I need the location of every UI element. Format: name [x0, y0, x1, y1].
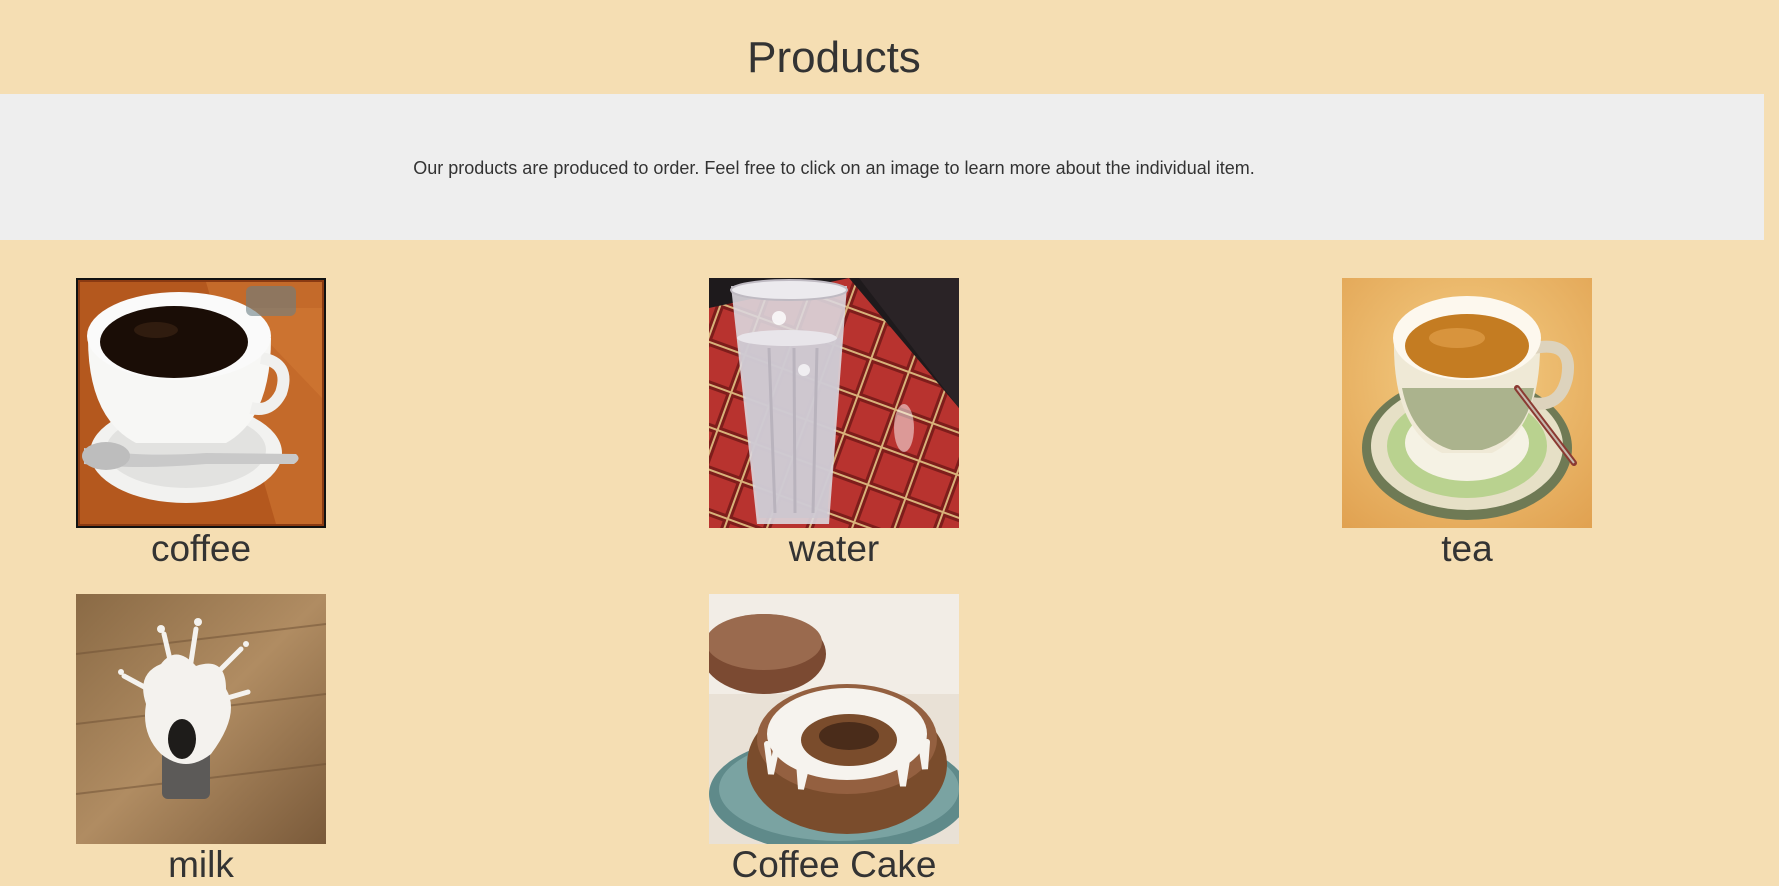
intro-banner: Our products are produced to order. Feel… — [0, 94, 1764, 240]
coffee-image[interactable] — [76, 278, 326, 528]
milk-image[interactable] — [76, 594, 326, 844]
tea-image[interactable] — [1342, 278, 1592, 528]
product-card-coffee[interactable]: coffee — [76, 278, 326, 570]
water-image[interactable] — [709, 278, 959, 528]
product-name: water — [788, 528, 880, 569]
product-card-tea[interactable]: tea — [1342, 278, 1592, 570]
product-card-coffee-cake[interactable]: Coffee Cake — [709, 594, 959, 886]
page-title: Products — [747, 33, 921, 82]
coffee-cake-image[interactable] — [709, 594, 959, 844]
product-card-milk[interactable]: milk — [76, 594, 326, 886]
product-name: milk — [168, 844, 234, 885]
product-name: tea — [1441, 528, 1493, 569]
intro-text: Our products are produced to order. Feel… — [413, 158, 1255, 178]
product-card-water[interactable]: water — [709, 278, 959, 570]
product-name: coffee — [150, 528, 252, 569]
product-name: Coffee Cake — [731, 844, 937, 885]
